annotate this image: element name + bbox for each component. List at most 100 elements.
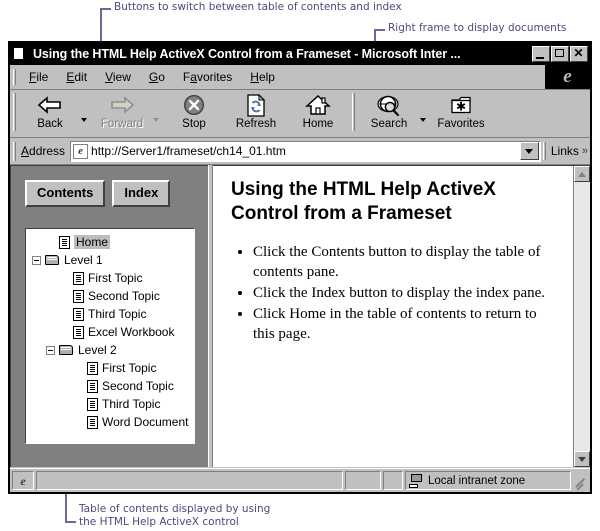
status-page-icon: e: [12, 471, 34, 490]
links-bar: Links »: [541, 142, 588, 160]
toolbar-button-refresh[interactable]: Refresh: [225, 90, 287, 137]
tree-item-label: First Topic: [102, 361, 157, 375]
toolbar: Back Forward Stop Refresh Home Search ✱ …: [10, 90, 590, 138]
stop-icon: [183, 93, 205, 117]
internet-explorer-logo: e: [545, 64, 590, 89]
menu-item-go[interactable]: Go: [140, 68, 174, 86]
address-history-dropdown[interactable]: [519, 142, 539, 160]
callout-top-right-line-h: [374, 29, 385, 31]
folder-icon: [59, 344, 74, 356]
page-icon: [87, 379, 98, 393]
browser-window: Using the HTML Help ActiveX Control from…: [8, 41, 592, 494]
address-input[interactable]: e http://Server1/frameset/ch14_01.htm: [70, 140, 541, 162]
toolbar-label-home: Home: [302, 118, 334, 130]
address-bar: Address e http://Server1/frameset/ch14_0…: [10, 138, 590, 165]
toolbar-button-home[interactable]: Home: [287, 90, 349, 137]
window-title: Using the HTML Help ActiveX Control from…: [33, 47, 461, 61]
address-drag-grip[interactable]: [13, 141, 16, 161]
toolbar-label-refresh: Refresh: [235, 118, 277, 130]
tree-item[interactable]: Word Document: [26, 413, 194, 431]
tree-collapse-toggle[interactable]: [46, 345, 55, 355]
browser-content: Contents Index Home Level 1 First Topic Sec…: [10, 165, 590, 467]
security-zone-label: Local intranet zone: [428, 474, 526, 487]
toolbar-label-forward: Forward: [100, 118, 144, 130]
security-zone-panel[interactable]: Local intranet zone: [405, 471, 571, 490]
home-icon: [305, 93, 331, 117]
scroll-up-button[interactable]: [574, 166, 590, 182]
menu-item-favorites[interactable]: Favorites: [174, 68, 241, 86]
tree-item[interactable]: Second Topic: [26, 287, 194, 305]
page-icon: [87, 415, 98, 429]
back-arrow-icon: [37, 93, 63, 117]
tree-item[interactable]: First Topic: [26, 359, 194, 377]
tree-item[interactable]: Level 1: [26, 251, 194, 269]
tree-item[interactable]: Level 2: [26, 341, 194, 359]
toolbar-section-grip[interactable]: [352, 93, 355, 131]
close-icon: ✕: [573, 46, 584, 60]
svg-text:✱: ✱: [456, 99, 466, 113]
status-panel-progress: [345, 471, 381, 490]
document-frame: Using the HTML Help ActiveX Control from…: [213, 165, 590, 467]
title-bar: Using the HTML Help ActiveX Control from…: [10, 43, 590, 65]
forward-dropdown-arrow[interactable]: [153, 90, 163, 137]
close-button[interactable]: ✕: [570, 46, 588, 62]
toolbar-button-search[interactable]: Search: [358, 90, 420, 137]
scrollbar-track[interactable]: [574, 182, 590, 451]
tree-item-label: Excel Workbook: [88, 325, 175, 339]
list-item: Click Home in the table of contents to r…: [253, 304, 557, 344]
callout-bottom-line-h: [65, 521, 76, 523]
toolbar-label-favorites: Favorites: [437, 118, 485, 130]
menu-item-help[interactable]: Help: [241, 68, 284, 86]
chevron-right-icon[interactable]: »: [582, 145, 588, 157]
forward-arrow-icon: [109, 93, 135, 117]
toolbar-drag-grip[interactable]: [13, 93, 16, 131]
back-dropdown-arrow[interactable]: [81, 90, 91, 137]
tree-item[interactable]: Second Topic: [26, 377, 194, 395]
menu-item-edit[interactable]: Edit: [57, 68, 96, 86]
page-icon: [73, 307, 84, 321]
tree-item-label: Level 2: [78, 343, 117, 357]
tree-item[interactable]: Third Topic: [26, 305, 194, 323]
contents-button[interactable]: Contents: [25, 180, 106, 207]
tree-item[interactable]: Excel Workbook: [26, 323, 194, 341]
refresh-icon: [246, 93, 266, 117]
toolbar-label-back: Back: [37, 118, 63, 130]
status-bar: e Local intranet zone: [10, 468, 590, 492]
search-dropdown-arrow[interactable]: [420, 90, 430, 137]
tree-item-label: Home: [74, 235, 111, 249]
index-button[interactable]: Index: [112, 180, 171, 207]
page-icon: [73, 289, 84, 303]
document-body: Using the HTML Help ActiveX Control from…: [213, 166, 573, 467]
toolbar-button-back[interactable]: Back: [19, 90, 81, 137]
resize-grip[interactable]: [574, 474, 588, 488]
menu-item-file[interactable]: File: [20, 68, 57, 86]
contents-frame: Contents Index Home Level 1 First Topic Sec…: [10, 165, 208, 467]
callout-top-right: Right frame to display documents: [388, 22, 567, 34]
toolbar-button-forward[interactable]: Forward: [91, 90, 153, 137]
page-icon: [73, 325, 84, 339]
hh-button-group: Contents Index: [25, 180, 171, 207]
toolbar-button-favorites[interactable]: ✱ Favorites: [430, 90, 492, 137]
tree-item[interactable]: First Topic: [26, 269, 194, 287]
callout-bottom: Table of contents displayed by using the…: [79, 503, 271, 528]
tree-item-label: Level 1: [64, 253, 103, 267]
toolbar-button-stop[interactable]: Stop: [163, 90, 225, 137]
scroll-down-button[interactable]: [574, 451, 590, 467]
tree-item-label: First Topic: [88, 271, 143, 285]
table-of-contents-tree[interactable]: Home Level 1 First Topic Second Topic Third …: [25, 228, 195, 444]
search-globe-icon: [377, 93, 401, 117]
status-panel-extra: [383, 471, 403, 490]
address-label: Address: [21, 144, 66, 158]
tree-collapse-toggle[interactable]: [32, 255, 41, 265]
menu-item-view[interactable]: View: [96, 68, 140, 86]
tree-item-label: Third Topic: [88, 307, 147, 321]
document-scrollbar[interactable]: [573, 166, 590, 467]
tree-item[interactable]: Home: [26, 233, 194, 251]
tree-item[interactable]: Third Topic: [26, 395, 194, 413]
maximize-button[interactable]: [551, 46, 569, 62]
links-label[interactable]: Links: [551, 144, 579, 158]
minimize-button[interactable]: [532, 46, 550, 62]
links-drag-grip[interactable]: [542, 142, 546, 160]
menu-bar: File Edit View Go Favorites Help e: [10, 64, 590, 90]
menu-drag-grip[interactable]: [13, 69, 16, 85]
